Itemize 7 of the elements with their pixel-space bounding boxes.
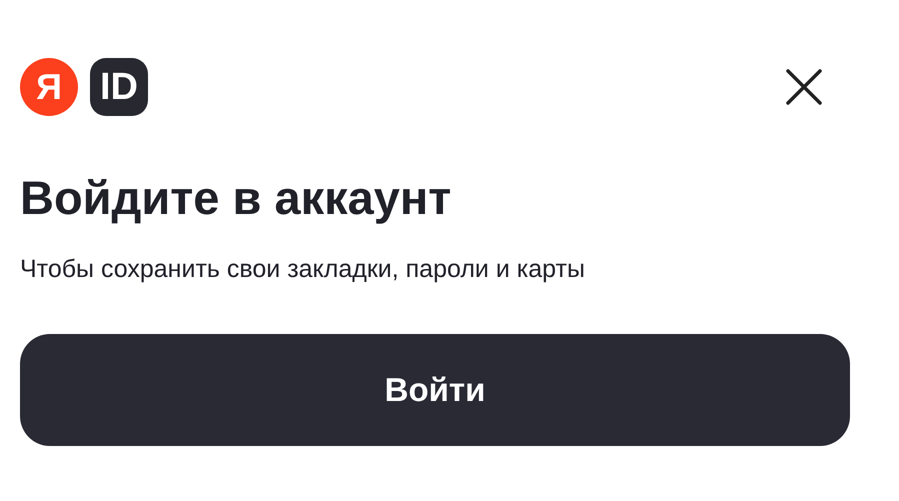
close-icon bbox=[786, 69, 822, 105]
login-button[interactable]: Войти bbox=[20, 334, 850, 446]
logo-mark: ID bbox=[90, 58, 148, 116]
close-button[interactable] bbox=[784, 67, 824, 107]
logo-letter: Я bbox=[20, 58, 78, 116]
title: Войдите в аккаунт bbox=[20, 170, 452, 226]
subtitle: Чтобы сохранить свои закладки, пароли и карты bbox=[20, 254, 586, 285]
